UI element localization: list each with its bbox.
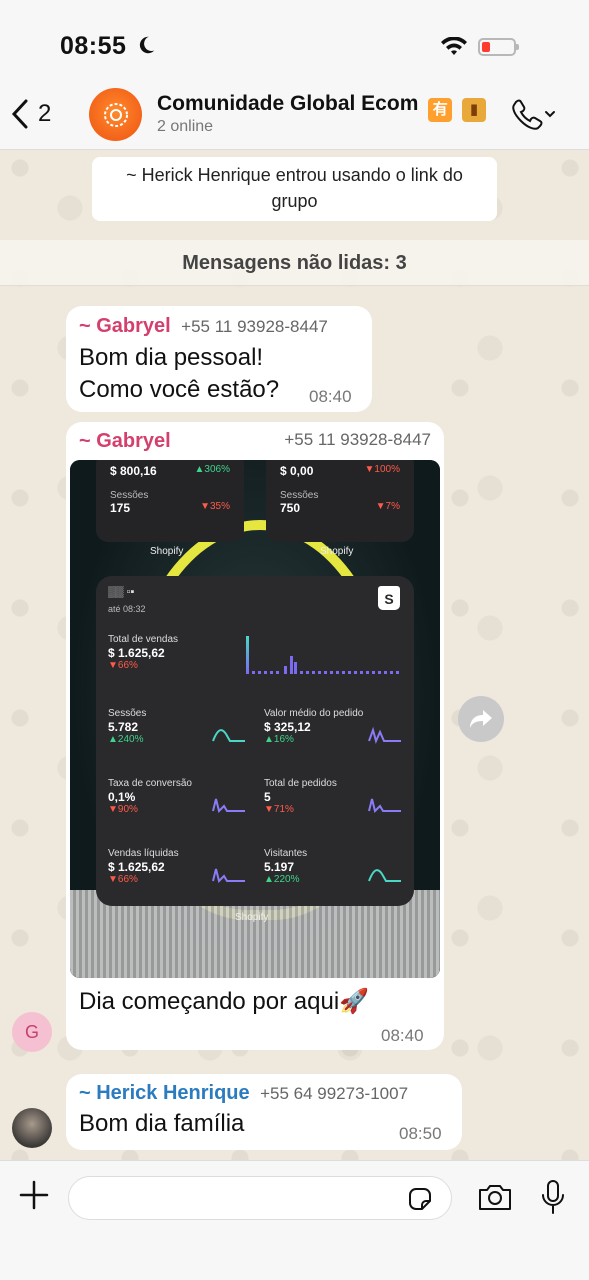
unread-chats-count: 2	[38, 100, 52, 127]
metric-visitantes: Visitantes 5.197 ▲220%	[264, 848, 308, 885]
group-emoji-badge: 有	[428, 98, 453, 122]
message-line: Bom dia pessoal!	[79, 344, 264, 371]
widget-time: até 08:32	[108, 604, 146, 614]
sales-value: $ 0,00	[280, 464, 314, 478]
back-button[interactable]: 2	[10, 98, 51, 130]
online-count: 2 online	[157, 118, 214, 135]
wifi-icon	[441, 37, 467, 55]
sender-avatar[interactable]	[12, 1108, 52, 1148]
sender-name[interactable]: ~ Gabryel	[79, 315, 171, 337]
sparkline-icon	[212, 729, 245, 742]
message-bubble[interactable]: ~ Gabryel +55 11 93928-8447 Bom dia pess…	[66, 306, 372, 412]
sessions-pct: ▼7%	[375, 501, 400, 512]
clock: 08:55	[60, 32, 127, 60]
message-line: Como você estão?	[79, 376, 280, 403]
sessions-value: 175	[110, 501, 131, 515]
do-not-disturb-moon-icon	[139, 36, 155, 54]
plus-icon[interactable]	[18, 1179, 50, 1211]
sparkline-icon	[212, 798, 245, 813]
phone-icon	[512, 99, 555, 130]
message-input-bar	[0, 1160, 589, 1280]
message-time: 08:50	[399, 1124, 442, 1143]
sender-name[interactable]: ~ Gabryel	[79, 430, 171, 453]
sender-phone: +55 64 99273-1007	[260, 1084, 409, 1103]
metric-taxa-conversao: Taxa de conversão 0,1% ▼90%	[108, 778, 192, 815]
shopify-label: Shopify	[150, 546, 184, 557]
sessions-label: Sessões	[110, 490, 149, 501]
unread-messages-divider: Mensagens não lidas: 3	[0, 240, 589, 286]
group-title: Comunidade Global Ecom	[157, 92, 419, 115]
sales-value: $ 800,16	[110, 464, 157, 478]
forward-button[interactable]	[458, 696, 504, 742]
shopify-label: Shopify	[235, 912, 269, 923]
sender-phone: +55 11 93928-8447	[181, 317, 328, 336]
sparkline-icon	[212, 868, 245, 883]
sessions-value: 750	[280, 501, 301, 515]
sparkline-icon	[368, 726, 401, 744]
sales-pct: ▲306%	[194, 464, 230, 475]
chevron-left-icon	[11, 99, 28, 129]
metric-total-pedidos: Total de pedidos 5 ▼71%	[264, 778, 337, 815]
system-message: ~ Herick Henrique entrou usando o link d…	[92, 157, 497, 221]
sales-pct: ▼100%	[364, 464, 400, 475]
message-bubble[interactable]: ~ Herick Henrique +55 64 99273-1007 Bom …	[66, 1074, 462, 1150]
metric-sessoes: Sessões 5.782 ▲240%	[108, 708, 147, 745]
store-name-blurred: ▒▒ ▫▪	[108, 586, 135, 598]
message-text: Bom dia pessoal! Como você estão?	[79, 342, 279, 406]
book-emoji-icon: ▮	[462, 98, 487, 122]
shopify-label: Shopify	[320, 546, 354, 557]
sales-bar-chart	[246, 636, 399, 674]
mini-stats-card-left: $ 800,16 ▲306% Sessões 175 ▼35%	[96, 460, 244, 542]
microphone-icon[interactable]	[540, 1179, 566, 1215]
group-avatar[interactable]	[89, 88, 142, 141]
group-logo-icon	[103, 102, 128, 127]
battery-low-icon	[478, 38, 519, 56]
status-bar: 08:55	[0, 0, 589, 88]
forward-arrow-icon	[470, 710, 492, 728]
sender-name[interactable]: ~ Herick Henrique	[79, 1082, 250, 1104]
image-caption: Dia começando por aqui🚀	[79, 988, 370, 1015]
sparkline-icon	[368, 798, 401, 813]
metric-valor-medio: Valor médio do pedido $ 325,12 ▲16%	[264, 708, 364, 745]
metric-vendas-liquidas: Vendas líquidas $ 1.625,62 ▼66%	[108, 848, 179, 885]
metric-total-vendas: Total de vendas $ 1.625,62 ▼66%	[108, 634, 179, 671]
mini-stats-card-right: $ 0,00 ▼100% Sessões 750 ▼7%	[266, 460, 414, 542]
sparkline-icon	[368, 869, 401, 882]
camera-icon[interactable]	[477, 1182, 513, 1212]
sticker-icon[interactable]	[406, 1185, 434, 1213]
sender-phone: +55 11 93928-8447	[284, 430, 431, 449]
message-text: Bom dia família	[79, 1110, 245, 1137]
sessions-label: Sessões	[280, 490, 319, 501]
sender-avatar[interactable]: G	[12, 1012, 52, 1052]
message-input[interactable]	[68, 1176, 452, 1220]
shopify-widget: ▒▒ ▫▪ até 08:32 S Total de vendas $ 1.62…	[96, 576, 414, 906]
shopify-bag-icon: S	[378, 586, 400, 610]
message-time: 08:40	[381, 1026, 424, 1045]
shared-image[interactable]: $ 800,16 ▲306% Sessões 175 ▼35% Shopify …	[70, 460, 440, 978]
call-button[interactable]	[510, 98, 556, 137]
message-time: 08:40	[309, 387, 352, 406]
chat-header: 2 Comunidade Global Ecom 有 ▮ 2 online	[0, 80, 589, 150]
sessions-pct: ▼35%	[200, 501, 230, 512]
